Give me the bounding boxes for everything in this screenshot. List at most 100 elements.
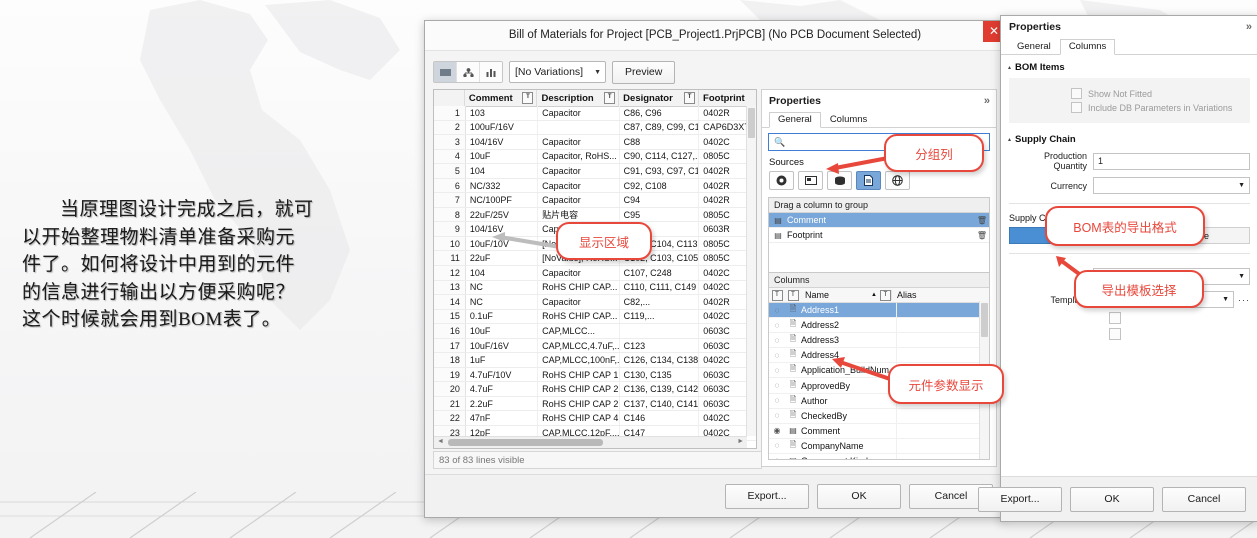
column-alias[interactable] xyxy=(896,318,989,333)
column-alias[interactable] xyxy=(896,333,989,348)
chart-view-icon[interactable] xyxy=(480,62,502,82)
template-option-checkbox-1[interactable] xyxy=(1109,312,1121,324)
column-alias[interactable] xyxy=(896,303,989,318)
currency-dropdown[interactable]: ▼ xyxy=(1093,177,1250,194)
list-item[interactable]: ◉ ▤ Comment xyxy=(769,423,989,439)
column-alias[interactable] xyxy=(896,423,989,438)
flat-view-icon[interactable] xyxy=(434,62,457,82)
column-alias[interactable] xyxy=(896,438,989,453)
table-row[interactable]: 13 NC RoHS CHIP CAP... C110, C111, C149 0402… xyxy=(434,280,756,296)
list-item[interactable]: ◌▤Component Kind xyxy=(769,453,989,459)
export-button[interactable]: Export... xyxy=(725,483,809,509)
show-not-fitted-row[interactable]: Show Not Fitted xyxy=(1071,88,1250,99)
table-row[interactable]: 8 22uF/25V 贴片电容 C95 0805C xyxy=(434,207,756,223)
bom-vertical-scrollbar[interactable] xyxy=(746,106,756,436)
list-item[interactable]: ◌ 🗎 CompanyName xyxy=(769,438,989,454)
table-row[interactable]: 14 NC Capacitor C82,... 0402R xyxy=(434,295,756,310)
table-row[interactable]: 16 10uF CAP,MLCC... 0603C xyxy=(434,324,756,339)
tab-general[interactable]: General xyxy=(1008,39,1060,55)
group-row-comment[interactable]: ▤ Comment 🗑 xyxy=(769,213,989,228)
table-row[interactable]: 1 103 Capacitor C86, C96 0402R xyxy=(434,106,756,121)
columns-grid-alias-header[interactable]: Alias xyxy=(891,290,989,300)
type-filter-icon[interactable]: T xyxy=(785,289,801,301)
target-source-icon[interactable] xyxy=(769,171,794,190)
expand-icon[interactable]: » xyxy=(984,95,990,107)
eye-hidden-icon[interactable]: ◌ xyxy=(769,441,785,450)
globe-source-icon[interactable] xyxy=(885,171,910,190)
scroll-right-icon[interactable]: ► xyxy=(737,438,744,445)
visibility-filter-icon[interactable]: T xyxy=(769,289,785,301)
table-row[interactable]: 5 104 Capacitor C91, C93, C97, C1... 0402R xyxy=(434,164,756,179)
filter-icon[interactable]: T xyxy=(684,92,696,104)
cancel-button[interactable]: Cancel xyxy=(1162,486,1246,512)
ok-button[interactable]: OK xyxy=(817,483,901,509)
include-db-params-checkbox[interactable] xyxy=(1071,102,1082,113)
eye-visible-icon[interactable]: ◉ xyxy=(769,426,785,435)
eye-hidden-icon[interactable]: ◌ xyxy=(769,381,785,390)
filter-icon[interactable]: T xyxy=(604,92,616,104)
list-item[interactable]: ◌ 🗎 Address1 xyxy=(769,303,989,319)
list-item[interactable]: ◌ 🗎 CheckedBy xyxy=(769,408,989,424)
table-row[interactable]: 22 47nF RoHS CHIP CAP 4... C146 0402C xyxy=(434,411,756,427)
table-row[interactable]: 7 NC/100PF Capacitor C94 0402R xyxy=(434,193,756,208)
ok-button[interactable]: OK xyxy=(1070,486,1154,512)
tab-columns[interactable]: Columns xyxy=(821,112,877,128)
table-row[interactable]: 181uFCAP,MLCC,100nF,...C126, C134, C138,… xyxy=(434,353,756,368)
table-row[interactable]: 20 4.7uF RoHS CHIP CAP 2... C136, C139, C14… xyxy=(434,382,756,397)
delete-icon[interactable]: 🗑 xyxy=(975,216,989,225)
list-item[interactable]: ◌ 🗎 Address4 xyxy=(769,348,989,364)
table-row[interactable]: 19 4.7uF/10V RoHS CHIP CAP 1... C130, C135 0… xyxy=(434,367,756,383)
list-item[interactable]: ◌ 🗎 Address2 xyxy=(769,318,989,334)
export-button[interactable]: Export... xyxy=(978,486,1062,512)
preview-button[interactable]: Preview xyxy=(612,60,676,84)
card-source-icon[interactable] xyxy=(798,171,823,190)
include-db-params-row[interactable]: Include DB Parameters in Variations xyxy=(1071,102,1250,113)
delete-icon[interactable]: 🗑 xyxy=(975,231,989,240)
variations-dropdown[interactable]: [No Variations] ▼ xyxy=(509,61,606,83)
bom-col-designator[interactable]: Designator T xyxy=(619,90,700,106)
bom-horizontal-scrollbar[interactable]: ◄ ► xyxy=(434,436,747,448)
table-row[interactable]: 6 NC/332 Capacitor C92, C108 0402R xyxy=(434,178,756,194)
bom-vscroll-thumb[interactable] xyxy=(748,108,755,138)
stack-source-icon[interactable] xyxy=(827,171,852,190)
eye-hidden-icon[interactable]: ◌ xyxy=(769,396,785,405)
template-option-checkbox-2[interactable] xyxy=(1109,328,1121,340)
expand-icon[interactable]: » xyxy=(1246,21,1252,33)
column-alias[interactable] xyxy=(896,453,989,459)
bom-hscroll-thumb[interactable] xyxy=(448,439,603,446)
document-source-icon[interactable] xyxy=(856,171,881,190)
production-quantity-input[interactable]: 1 xyxy=(1093,152,1250,170)
bom-items-group-header[interactable]: ▴ BOM Items xyxy=(1008,62,1257,73)
eye-hidden-icon[interactable]: ◌ xyxy=(769,306,785,315)
table-row[interactable]: 3 104/16V Capacitor C88 0402C xyxy=(434,135,756,150)
eye-hidden-icon[interactable]: ◌ xyxy=(769,456,785,459)
bom-col-footprint[interactable]: Footprint xyxy=(699,90,756,106)
column-alias[interactable] xyxy=(896,348,989,363)
eye-hidden-icon[interactable]: ◌ xyxy=(769,351,785,360)
supply-chain-group-header[interactable]: ▴ Supply Chain xyxy=(1008,134,1257,145)
table-row[interactable]: 2 100uF/16V C87, C89, C99, C1... CAP6D3X7 xyxy=(434,120,756,136)
columns-grid-name-header[interactable]: Name ▲ T xyxy=(801,289,891,301)
eye-hidden-icon[interactable]: ◌ xyxy=(769,336,785,345)
eye-hidden-icon[interactable]: ◌ xyxy=(769,411,785,420)
tab-columns[interactable]: Columns xyxy=(1059,39,1116,55)
table-row[interactable]: 21 2.2uF RoHS CHIP CAP 2... C137, C140, C14… xyxy=(434,396,756,412)
sort-asc-icon[interactable]: ▲ xyxy=(871,292,877,298)
table-row[interactable]: 4 10uF Capacitor, RoHS... C90, C114, C127,.… xyxy=(434,149,756,165)
eye-hidden-icon[interactable]: ◌ xyxy=(769,321,785,330)
eye-hidden-icon[interactable]: ◌ xyxy=(769,366,785,375)
filter-icon[interactable]: T xyxy=(522,92,534,104)
tab-general[interactable]: General xyxy=(769,112,821,128)
template-browse-button[interactable]: ··· xyxy=(1238,295,1250,305)
bom-col-description[interactable]: Description T xyxy=(537,90,620,106)
table-row[interactable]: 17 10uF/16V CAP,MLCC,4.7uF,... C123 0603C xyxy=(434,338,756,354)
scroll-left-icon[interactable]: ◄ xyxy=(437,438,444,445)
list-item[interactable]: ◌ 🗎 Address3 xyxy=(769,333,989,349)
name-filter-icon[interactable]: T xyxy=(880,289,891,301)
table-row[interactable]: 12 104 Capacitor C107, C248 0402C xyxy=(434,266,756,281)
show-not-fitted-checkbox[interactable] xyxy=(1071,88,1082,99)
bom-col-comment[interactable]: Comment T xyxy=(465,90,538,106)
group-row-footprint[interactable]: ▤ Footprint 🗑 xyxy=(769,228,989,243)
columns-vscroll-thumb[interactable] xyxy=(981,303,988,337)
tree-view-icon[interactable] xyxy=(457,62,480,82)
